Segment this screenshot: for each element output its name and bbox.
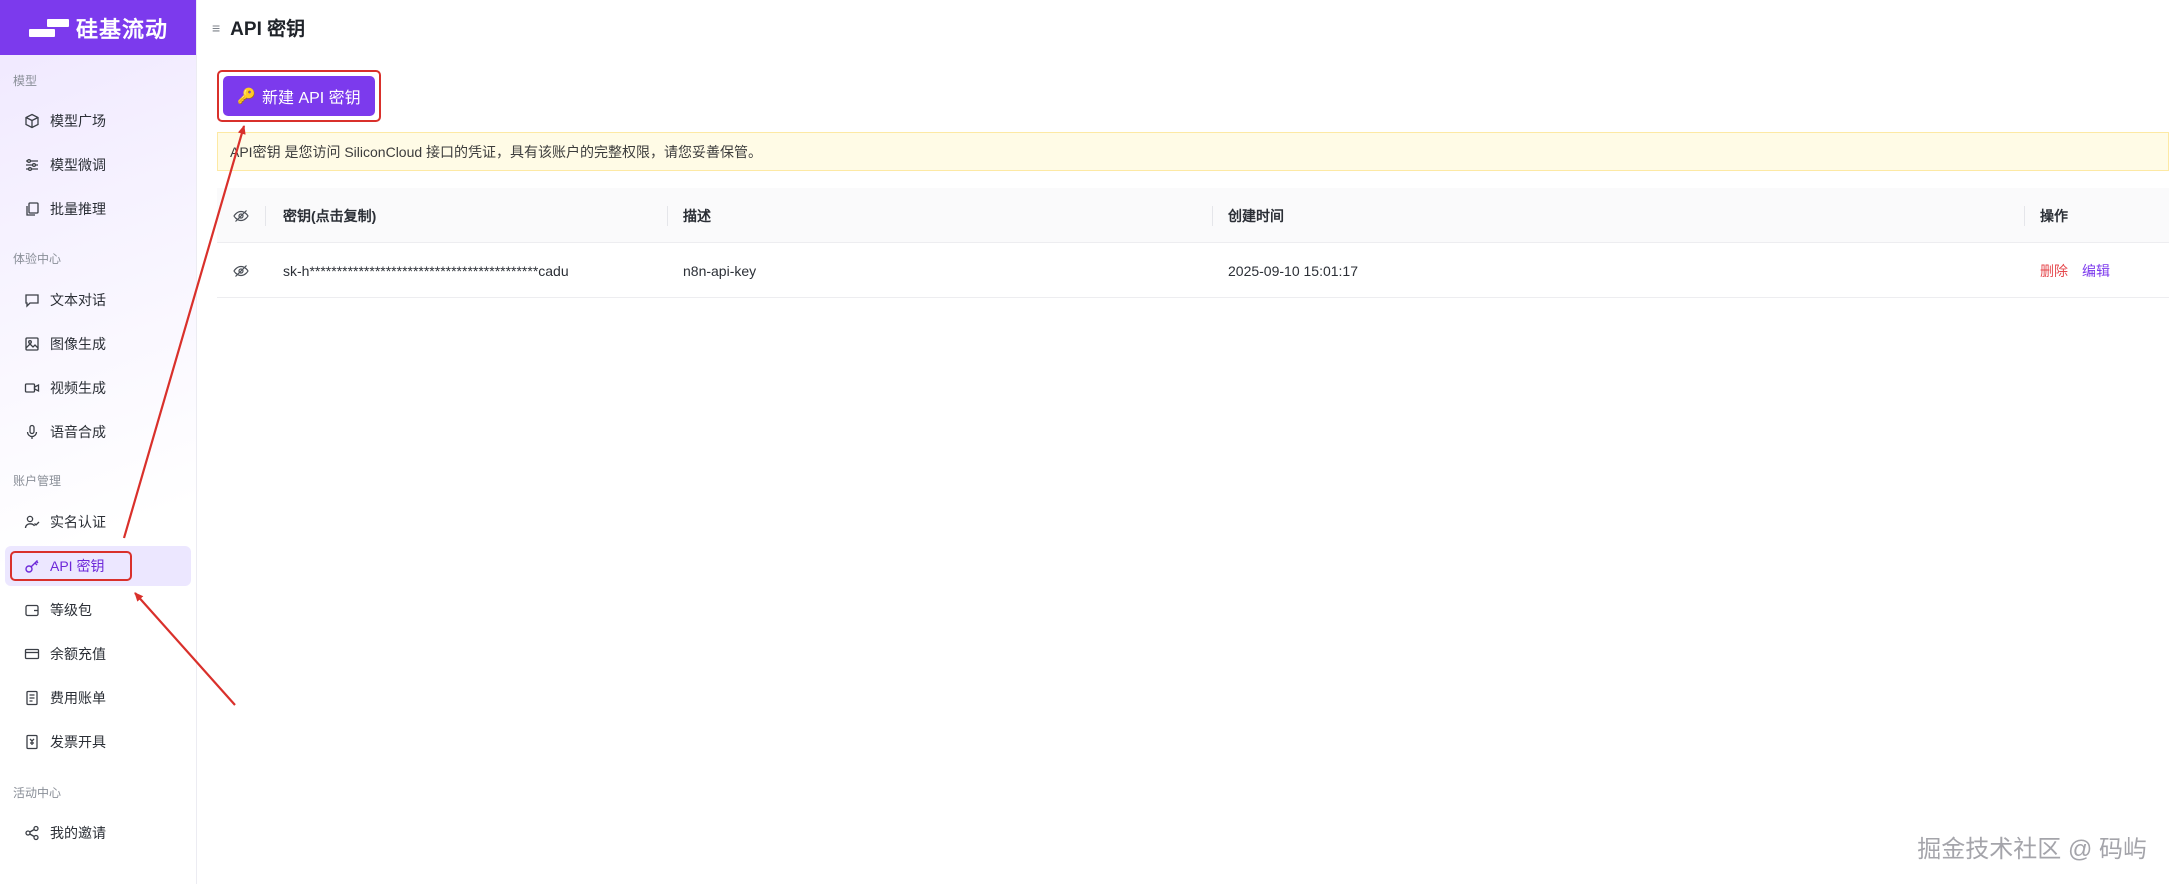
api-keys-table: 密钥(点击复制) 描述 创建时间 操作 sk-h****************… xyxy=(217,188,2169,298)
sidebar-item-video-gen[interactable]: 视频生成 xyxy=(5,368,191,408)
annotation-highlight-box xyxy=(10,551,132,581)
column-header-desc: 描述 xyxy=(683,207,711,224)
mic-icon xyxy=(24,424,40,440)
logo[interactable]: 硅基流动 xyxy=(0,0,196,55)
sidebar-item-speech[interactable]: 语音合成 xyxy=(5,412,191,452)
sidebar-item-label: 费用账单 xyxy=(50,690,106,706)
video-icon xyxy=(24,380,40,396)
column-header-created: 创建时间 xyxy=(1228,207,1284,224)
sidebar-item-label: 余额充值 xyxy=(50,646,106,662)
api-key-value[interactable]: sk-h************************************… xyxy=(283,243,569,298)
sidebar-item-label: 等级包 xyxy=(50,602,92,618)
annotation-highlight-box: 🔑 新建 API 密钥 xyxy=(217,70,381,122)
sidebar-item-image-gen[interactable]: 图像生成 xyxy=(5,324,191,364)
key-icon: 🔑 xyxy=(237,88,256,105)
table-header: 密钥(点击复制) 描述 创建时间 操作 xyxy=(217,188,2169,243)
delete-button[interactable]: 删除 xyxy=(2040,261,2068,281)
sidebar-item-label: 实名认证 xyxy=(50,514,106,530)
sidebar-item-label: 模型广场 xyxy=(50,113,106,129)
sidebar-item-label: 图像生成 xyxy=(50,336,106,352)
invoice-icon xyxy=(24,734,40,750)
sidebar-item-label: 视频生成 xyxy=(50,380,106,396)
menu-icon[interactable]: ≡ xyxy=(212,20,220,36)
topbar: ≡ API 密钥 xyxy=(197,0,2169,55)
section-label-model: 模型 xyxy=(13,74,38,88)
sidebar-item-label: 语音合成 xyxy=(50,424,106,440)
sidebar-item-model-square[interactable]: 模型广场 xyxy=(5,101,191,141)
api-key-created-time: 2025-09-10 15:01:17 xyxy=(1228,262,1358,279)
row-actions: 删除 编辑 xyxy=(2040,243,2110,298)
sidebar-item-invoice[interactable]: 发票开具 xyxy=(5,722,191,762)
watermark: 掘金技术社区 @ 码屿 xyxy=(1917,836,2147,863)
card-icon xyxy=(24,646,40,662)
sidebar-item-label: 发票开具 xyxy=(50,734,106,750)
image-icon xyxy=(24,336,40,352)
section-label-account: 账户管理 xyxy=(13,474,62,488)
toggle-visibility-icon[interactable] xyxy=(233,188,249,243)
sidebar-item-batch-inference[interactable]: 批量推理 xyxy=(5,189,191,229)
edit-button[interactable]: 编辑 xyxy=(2082,261,2110,281)
info-notice: API密钥 是您访问 SiliconCloud 接口的凭证，具有该账户的完整权限… xyxy=(217,132,2169,171)
column-header-actions: 操作 xyxy=(2040,207,2068,224)
sidebar-item-billing[interactable]: 费用账单 xyxy=(5,678,191,718)
logo-text: 硅基流动 xyxy=(76,16,169,42)
wallet-icon xyxy=(24,602,40,618)
sidebar-item-label: 模型微调 xyxy=(50,157,106,173)
new-api-key-button[interactable]: 🔑 新建 API 密钥 xyxy=(223,76,375,116)
page-title: API 密钥 xyxy=(230,19,306,40)
sidebar-item-fine-tune[interactable]: 模型微调 xyxy=(5,145,191,185)
section-label-experience: 体验中心 xyxy=(13,252,62,266)
sidebar-item-verification[interactable]: 实名认证 xyxy=(5,502,191,542)
sidebar-item-text-chat[interactable]: 文本对话 xyxy=(5,280,191,320)
section-label-activity: 活动中心 xyxy=(13,786,62,800)
toggle-visibility-icon[interactable] xyxy=(233,243,249,298)
share-icon xyxy=(24,825,40,841)
user-check-icon xyxy=(24,514,40,530)
sidebar-item-api-keys[interactable]: API 密钥 xyxy=(5,546,191,586)
new-api-key-label: 新建 API 密钥 xyxy=(262,90,361,107)
logo-icon xyxy=(29,18,69,37)
main-content: ≡ API 密钥 🔑 新建 API 密钥 API密钥 是您访问 SiliconC… xyxy=(197,0,2169,884)
table-row: sk-h************************************… xyxy=(217,243,2169,298)
api-key-description: n8n-api-key xyxy=(683,262,757,279)
cube-icon xyxy=(24,113,40,129)
sidebar-item-invites[interactable]: 我的邀请 xyxy=(5,813,191,853)
copy-icon xyxy=(24,201,40,217)
column-header-key: 密钥(点击复制) xyxy=(283,207,377,224)
sidebar-item-label: 文本对话 xyxy=(50,292,106,308)
sidebar-item-label: 我的邀请 xyxy=(50,825,106,841)
notice-text: API密钥 是您访问 SiliconCloud 接口的凭证，具有该账户的完整权限… xyxy=(230,143,763,160)
sidebar-item-label: 批量推理 xyxy=(50,201,106,217)
app-root: 硅基流动 模型 模型广场 模型微调 批量推理 体验中心 文本对话 图像生成 视频… xyxy=(0,0,2169,884)
sidebar: 硅基流动 模型 模型广场 模型微调 批量推理 体验中心 文本对话 图像生成 视频… xyxy=(0,0,197,884)
sidebar-item-level-package[interactable]: 等级包 xyxy=(5,590,191,630)
chat-icon xyxy=(24,292,40,308)
sliders-icon xyxy=(24,157,40,173)
sidebar-item-recharge[interactable]: 余额充值 xyxy=(5,634,191,674)
receipt-icon xyxy=(24,690,40,706)
